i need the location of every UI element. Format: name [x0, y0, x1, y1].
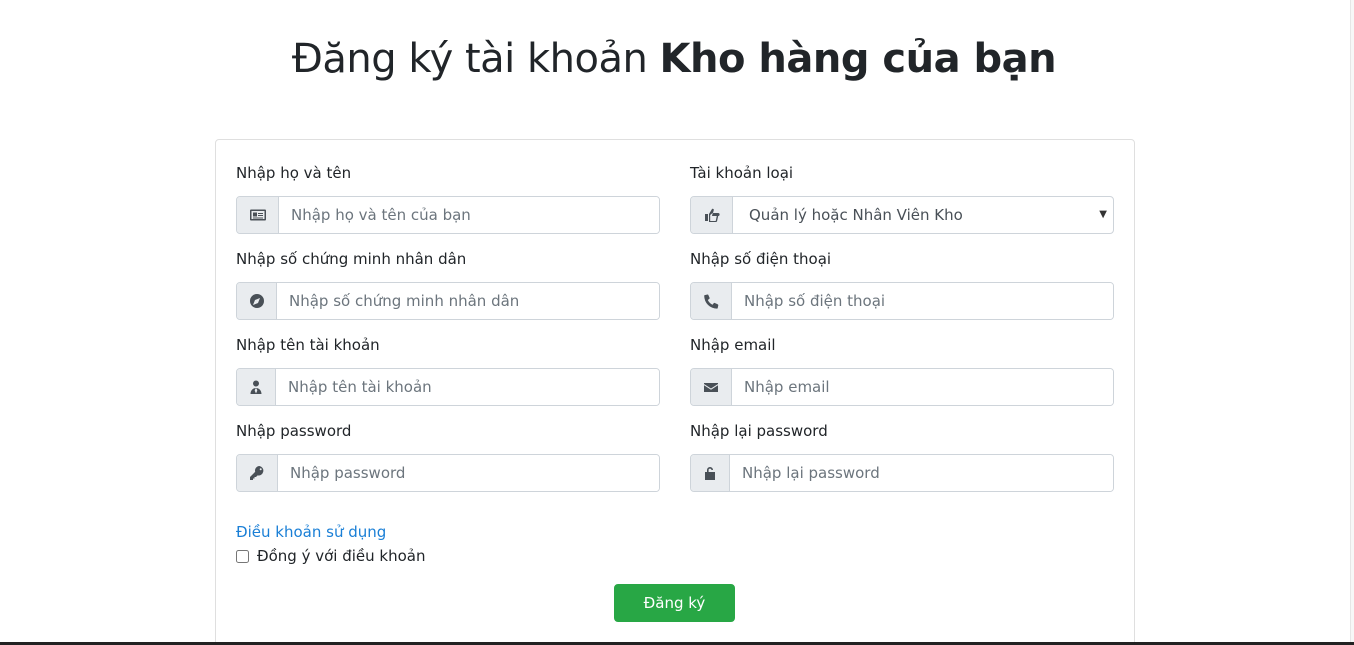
- id-card-icon: [237, 197, 279, 233]
- email-field: Nhập email: [690, 335, 1114, 406]
- username-input-group: [236, 368, 660, 406]
- caret-down-icon: ▼: [1099, 209, 1107, 220]
- account-type-value[interactable]: Quản lý hoặc Nhân Viên Kho ▼: [733, 197, 1113, 233]
- account-type-field: Tài khoản loại Quản lý hoặc Nhân Viên Kh…: [690, 163, 1114, 234]
- username-input[interactable]: [276, 369, 659, 405]
- scrollbar-track[interactable]: [1350, 0, 1354, 645]
- agree-terms-label: Đồng ý với điều khoản: [257, 547, 426, 565]
- id-number-label: Nhập số chứng minh nhân dân: [236, 250, 467, 268]
- password-confirm-field: Nhập lại password: [690, 421, 1114, 492]
- password-confirm-input[interactable]: [730, 455, 1113, 491]
- unlock-icon: [691, 455, 730, 491]
- compass-icon: [237, 283, 277, 319]
- email-input[interactable]: [732, 369, 1113, 405]
- account-type-selected-text: Quản lý hoặc Nhân Viên Kho: [749, 206, 963, 224]
- password-field: Nhập password: [236, 421, 660, 492]
- register-button[interactable]: Đăng ký: [614, 584, 735, 622]
- envelope-icon: [691, 369, 732, 405]
- fullname-input[interactable]: [279, 197, 659, 233]
- username-label: Nhập tên tài khoản: [236, 336, 380, 354]
- key-icon: [237, 455, 278, 491]
- password-label: Nhập password: [236, 422, 352, 440]
- user-tie-icon: [237, 369, 276, 405]
- agree-terms-row[interactable]: Đồng ý với điều khoản: [236, 547, 426, 565]
- phone-field: Nhập số điện thoại: [690, 249, 1114, 320]
- account-type-select[interactable]: Quản lý hoặc Nhân Viên Kho ▼: [690, 196, 1114, 234]
- page-title-prefix: Đăng ký tài khoản: [291, 36, 648, 82]
- password-input-group: [236, 454, 660, 492]
- password-confirm-input-group: [690, 454, 1114, 492]
- registration-form-card: Nhập họ và tên Tài khoản loại Quản lý ho…: [215, 139, 1135, 645]
- phone-input-group: [690, 282, 1114, 320]
- id-number-input-group: [236, 282, 660, 320]
- agree-terms-checkbox[interactable]: [236, 549, 249, 563]
- id-number-input[interactable]: [277, 283, 659, 319]
- account-type-label: Tài khoản loại: [690, 164, 794, 182]
- email-input-group: [690, 368, 1114, 406]
- id-number-field: Nhập số chứng minh nhân dân: [236, 249, 660, 320]
- page-title: Đăng ký tài khoản Kho hàng của bạn: [0, 36, 1348, 82]
- hand-point-icon: [691, 197, 733, 233]
- password-input[interactable]: [278, 455, 659, 491]
- username-field: Nhập tên tài khoản: [236, 335, 660, 406]
- fullname-field: Nhập họ và tên: [236, 163, 660, 234]
- phone-icon: [691, 283, 732, 319]
- fullname-input-group: [236, 196, 660, 234]
- password-confirm-label: Nhập lại password: [690, 422, 828, 440]
- page-title-bold: Kho hàng của bạn: [659, 36, 1057, 82]
- fullname-label: Nhập họ và tên: [236, 164, 352, 182]
- email-label: Nhập email: [690, 336, 776, 354]
- phone-label: Nhập số điện thoại: [690, 250, 832, 268]
- phone-input[interactable]: [732, 283, 1113, 319]
- terms-link[interactable]: Điều khoản sử dụng: [236, 523, 386, 541]
